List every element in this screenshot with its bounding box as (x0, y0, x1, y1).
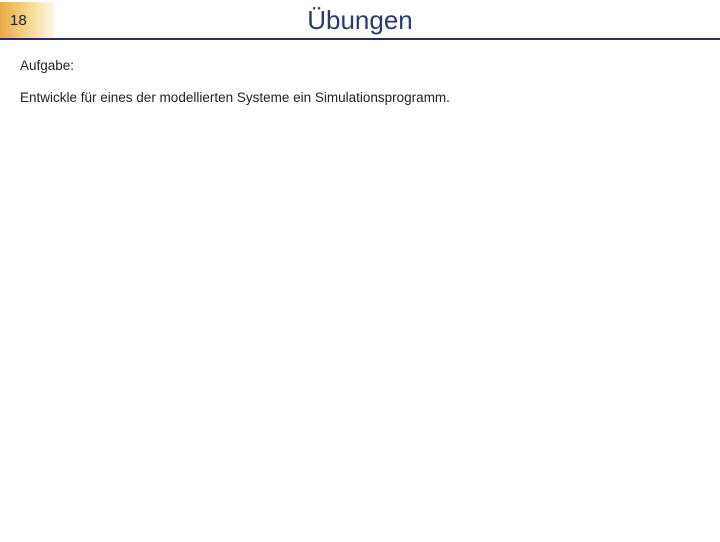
task-body: Entwickle für eines der modellierten Sys… (20, 89, 700, 108)
slide-header: 18 Übungen (0, 2, 720, 40)
slide-title: Übungen (54, 5, 720, 36)
task-label: Aufgabe: (20, 58, 700, 73)
page-number: 18 (10, 12, 27, 29)
page-number-box: 18 (0, 2, 54, 38)
slide-content: Aufgabe: Entwickle für eines der modelli… (0, 40, 720, 108)
